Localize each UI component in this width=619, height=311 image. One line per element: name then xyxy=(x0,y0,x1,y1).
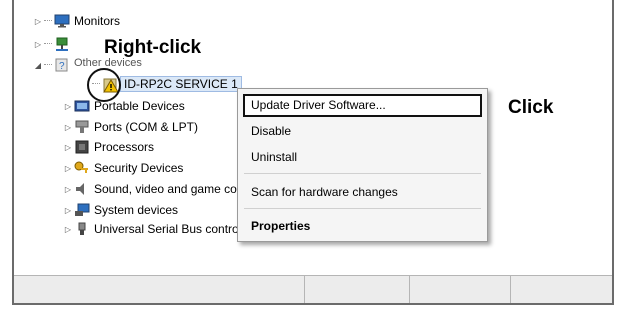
menu-item-scan[interactable]: Scan for hardware changes xyxy=(251,185,398,199)
expand-arrow-icon[interactable]: ▷ xyxy=(62,143,74,152)
tree-item-security[interactable]: ▷ Security Devices xyxy=(62,159,183,177)
tree-item-portable[interactable]: ▷ Portable Devices xyxy=(62,97,185,115)
svg-text:?: ? xyxy=(59,61,65,72)
expand-arrow-icon[interactable]: ▷ xyxy=(62,102,74,111)
unknown-device-icon: ? xyxy=(54,58,70,72)
expand-arrow-icon[interactable]: ▷ xyxy=(62,123,74,132)
usb-icon xyxy=(74,222,90,236)
network-adapter-icon xyxy=(54,37,70,51)
status-bar xyxy=(14,275,612,303)
expand-arrow-icon[interactable]: ▷ xyxy=(62,206,74,215)
right-click-callout: Right-click xyxy=(104,37,202,58)
tree-label: Security Devices xyxy=(94,161,184,175)
system-icon xyxy=(74,203,90,217)
tree-label: Monitors xyxy=(74,14,121,28)
tree-item-ports[interactable]: ▷ Ports (COM & LPT) xyxy=(62,118,198,136)
right-click-circle xyxy=(87,68,121,102)
expand-arrow-icon[interactable]: ▷ xyxy=(32,40,44,49)
expand-arrow-icon[interactable]: ▷ xyxy=(62,164,74,173)
tree-label: Ports (COM & LPT) xyxy=(94,120,199,134)
click-callout: Click xyxy=(508,97,554,118)
expand-arrow-icon[interactable]: ▷ xyxy=(32,17,44,26)
menu-item-uninstall[interactable]: Uninstall xyxy=(251,150,297,164)
tree-label-selected: ID-RP2C SERVICE 1 xyxy=(120,76,242,92)
menu-separator xyxy=(244,173,481,174)
menu-item-disable[interactable]: Disable xyxy=(251,124,291,138)
expand-arrow-icon[interactable]: ▷ xyxy=(62,185,74,194)
collapse-arrow-icon[interactable]: ◢ xyxy=(32,61,44,70)
tree-item-system[interactable]: ▷ System devices xyxy=(62,201,178,219)
menu-item-update-driver[interactable]: Update Driver Software... xyxy=(251,98,386,112)
context-menu: Update Driver Software... Disable Uninst… xyxy=(237,88,488,242)
speaker-icon xyxy=(74,182,90,196)
tree-item-processors[interactable]: ▷ Processors xyxy=(62,138,154,156)
processor-icon xyxy=(74,140,90,154)
menu-separator xyxy=(244,208,481,209)
tree-item-usb[interactable]: ▷ Universal Serial Bus controllers xyxy=(62,220,261,238)
tree-label: Universal Serial Bus controllers xyxy=(94,222,261,236)
tree-label: Processors xyxy=(94,140,155,154)
portable-device-icon xyxy=(74,99,90,113)
port-icon xyxy=(74,120,90,134)
tree-label: System devices xyxy=(94,203,179,217)
tree-item-monitors[interactable]: ▷ Monitors xyxy=(32,12,120,30)
key-icon xyxy=(74,161,90,175)
tree-item-network[interactable]: ▷ xyxy=(32,35,74,53)
menu-item-properties[interactable]: Properties xyxy=(251,219,310,233)
expand-arrow-icon[interactable]: ▷ xyxy=(62,225,74,234)
monitor-icon xyxy=(54,14,70,28)
